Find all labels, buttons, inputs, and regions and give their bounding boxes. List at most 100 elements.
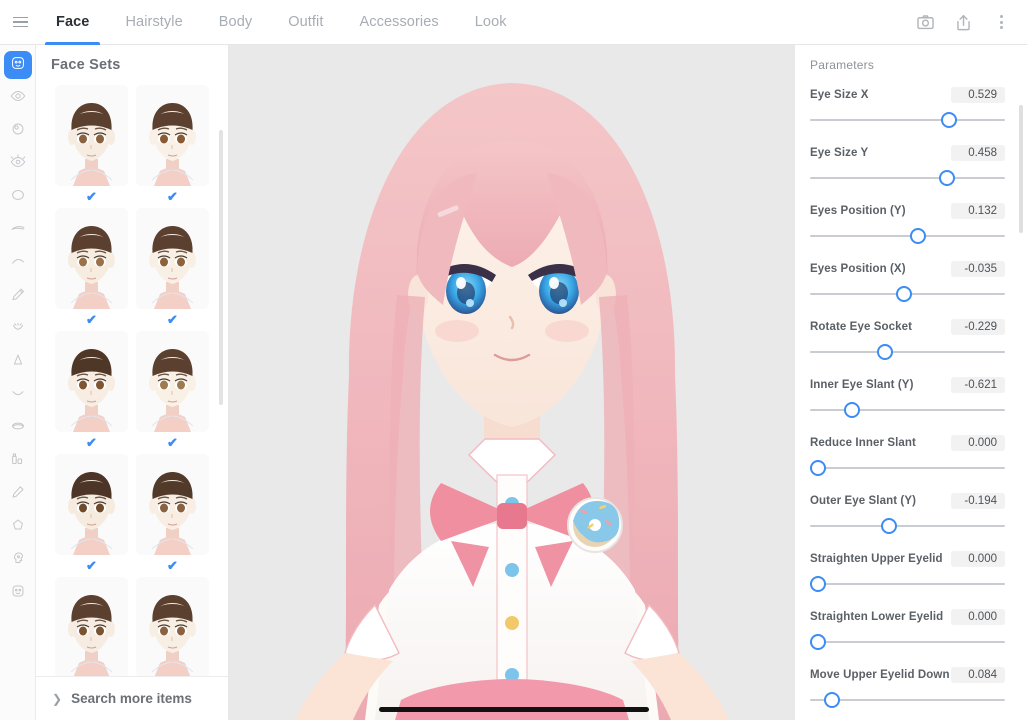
parameter-slider-eyes-position-x[interactable] [810,280,1005,308]
tab-label: Face [56,14,90,30]
share-icon[interactable] [951,10,975,34]
parameter-label: Inner Eye Slant (Y) [810,379,914,391]
parameter-value[interactable]: 0.458 [951,145,1005,161]
pupil-icon [9,120,27,143]
face-set-6-thumbnail[interactable] [136,331,209,432]
slider-track [810,583,1005,585]
rail-item-expression[interactable] [4,579,32,607]
rail-item-eyelashes[interactable] [4,150,32,178]
parameter-slider-inner-eye-slant-y[interactable] [810,396,1005,424]
rail-item-face-shape[interactable] [4,183,32,211]
slider-handle[interactable] [880,518,897,534]
cheek-icon [9,318,27,341]
eyebrow-icon [9,219,27,242]
parameter-value[interactable]: -0.229 [951,319,1005,335]
parameter-value[interactable]: -0.621 [951,377,1005,393]
parameter-value[interactable]: -0.194 [951,493,1005,509]
rail-item-head[interactable] [4,546,32,574]
rail-item-face-sets[interactable] [3,51,32,79]
slider-track [810,351,1005,353]
parameter-slider-straighten-lower-eyelid[interactable] [809,628,1005,656]
rail-item-pupils[interactable] [4,117,32,145]
face-set-4-thumbnail[interactable] [136,208,209,309]
slider-handle[interactable] [895,286,912,302]
slider-handle[interactable] [809,576,826,592]
slider-handle[interactable] [843,402,860,418]
parameter-slider-eye-size-y[interactable] [810,164,1005,192]
parameter-slider-eye-size-x[interactable] [810,106,1005,134]
parameter-header: Straighten Lower Eyelid 0.000 [810,608,1005,626]
slider-handle[interactable] [941,112,958,128]
parameters-scrollbar[interactable] [1019,105,1023,233]
rail-item-lips[interactable] [4,414,32,442]
tab-outfit[interactable]: Outfit [270,0,341,45]
face-set-9-thumbnail[interactable] [55,577,128,676]
rail-item-eyebrows[interactable] [4,216,32,244]
parameter-header: Outer Eye Slant (Y) -0.194 [810,492,1005,510]
tab-hairstyle[interactable]: Hairstyle [107,0,200,45]
more-vertical-icon[interactable] [989,15,1013,29]
tab-accessories[interactable]: Accessories [341,0,456,45]
parameter-header: Rotate Eye Socket -0.229 [810,318,1005,336]
parameter-value[interactable]: -0.035 [951,261,1005,277]
tab-look[interactable]: Look [457,0,525,45]
rail-item-mouth[interactable] [4,381,32,409]
parameter-value[interactable]: 0.000 [951,609,1005,625]
parameter-value[interactable]: 0.000 [951,551,1005,567]
hamburger-menu-icon[interactable] [0,0,38,45]
face-set-10-thumbnail[interactable] [136,577,209,676]
parameter-slider-eyes-position-y[interactable] [810,222,1005,250]
rail-item-eyes[interactable] [4,84,32,112]
tab-label: Hairstyle [125,14,183,30]
face-set-check-icon: ✔ [86,312,97,327]
parameter-slider-rotate-eye-socket[interactable] [810,338,1005,366]
parameter-value[interactable]: 0.529 [951,87,1005,103]
parameter-slider-reduce-inner-slant[interactable] [809,454,1005,482]
slider-track [810,467,1005,469]
character-render [295,83,729,720]
parameter-slider-move-upper-eyelid-down[interactable] [810,686,1005,714]
face-set-7-thumbnail[interactable] [55,454,128,555]
tab-body[interactable]: Body [201,0,270,45]
parameter-label: Outer Eye Slant (Y) [810,495,917,507]
viewport-horizontal-scrollbar[interactable] [379,707,649,712]
rail-item-cheeks[interactable] [4,315,32,343]
character-viewport[interactable] [229,45,795,720]
slider-handle[interactable] [910,228,927,244]
parameter-header: Move Upper Eyelid Down 0.084 [810,666,1005,684]
slider-track [810,177,1005,179]
face-set-cell: ✔ [55,85,128,208]
slider-handle[interactable] [809,634,826,650]
face-set-cell [136,577,209,676]
rail-item-eyelids[interactable] [4,249,32,277]
face-set-check-icon: ✔ [167,558,178,573]
search-more-items-button[interactable]: ❯ Search more items [36,676,228,720]
face-set-1-thumbnail[interactable] [55,85,128,186]
face-set-check-icon: ✔ [167,312,178,327]
rail-item-eyeliner[interactable] [4,282,32,310]
parameter-label: Rotate Eye Socket [810,321,913,333]
tab-label: Outfit [288,14,324,30]
parameter-value[interactable]: 0.132 [951,203,1005,219]
parameter-value[interactable]: 0.000 [951,435,1005,451]
rail-item-lipstick[interactable] [4,480,32,508]
face-set-2-thumbnail[interactable] [136,85,209,186]
parameter-slider-straighten-upper-eyelid[interactable] [809,570,1005,598]
rail-item-nose[interactable] [4,348,32,376]
parameter-value[interactable]: 0.084 [951,667,1005,683]
parameter-slider-outer-eye-slant-y[interactable] [810,512,1005,540]
slider-handle[interactable] [809,460,826,476]
face-set-8-thumbnail[interactable] [136,454,209,555]
face-set-5-thumbnail[interactable] [55,331,128,432]
rail-item-contour[interactable] [4,513,32,541]
face-sets-scrollbar[interactable] [219,130,223,405]
character-model[interactable] [229,45,795,720]
tab-face[interactable]: Face [38,0,107,45]
slider-handle[interactable] [877,344,894,360]
camera-icon[interactable] [913,10,937,34]
slider-handle[interactable] [824,692,841,708]
face-set-cell: ✔ [55,331,128,454]
rail-item-makeup[interactable] [4,447,32,475]
face-set-3-thumbnail[interactable] [55,208,128,309]
slider-handle[interactable] [938,170,955,186]
